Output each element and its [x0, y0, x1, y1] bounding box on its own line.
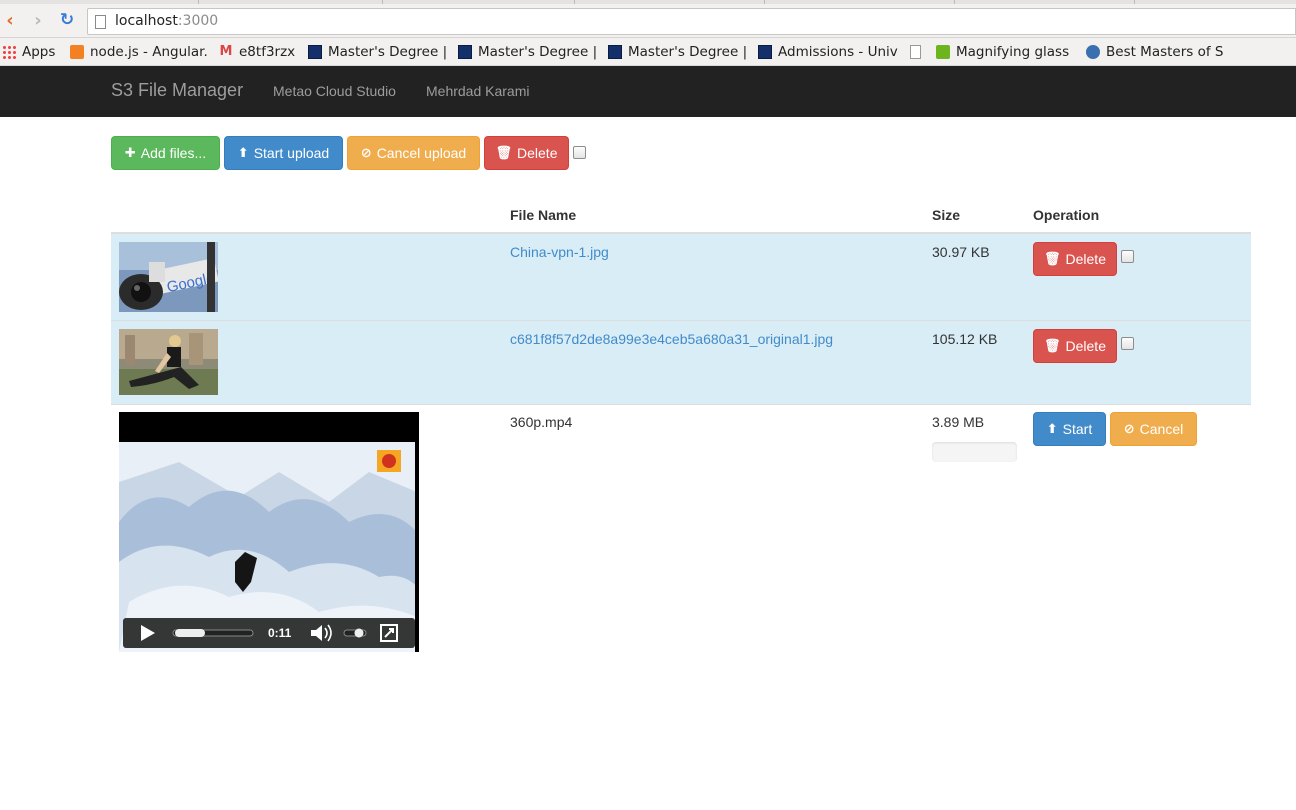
forward-icon[interactable]: ›	[28, 10, 48, 31]
header-operation: Operation	[1033, 207, 1100, 223]
university-icon	[608, 45, 622, 59]
row-cancel-button[interactable]: ⊘ Cancel	[1110, 412, 1197, 446]
university-icon	[308, 45, 322, 59]
tab-strip	[0, 0, 1296, 4]
file-name-link[interactable]: China-vpn-1.jpg	[510, 244, 609, 260]
reload-icon[interactable]: ↻	[57, 10, 77, 30]
bookmark-best-masters[interactable]: Best Masters of S	[1086, 43, 1226, 61]
trash-icon: 🗑	[495, 145, 513, 161]
row-select-checkbox[interactable]	[1121, 250, 1134, 263]
browser-toolbar: ‹ › ↻ localhost:3000	[0, 0, 1296, 38]
trash-icon: 🗑	[1044, 251, 1061, 267]
upload-circle-icon: ⬆	[1046, 421, 1058, 437]
seek-bar	[172, 629, 254, 637]
ban-icon: ⊘	[360, 145, 372, 161]
header-file-name: File Name	[510, 207, 577, 223]
play-icon	[141, 625, 155, 641]
bookmark-masters-3[interactable]: Master's Degree |	[608, 43, 750, 61]
page-icon	[95, 15, 106, 29]
row-start-button[interactable]: ⬆ Start	[1033, 412, 1106, 446]
header-size: Size	[932, 207, 961, 223]
file-name-link[interactable]: c681f8f57d2de8a99e3e4ceb5a680a31_origina…	[510, 331, 833, 347]
nav-link-mehrdad[interactable]: Mehrdad Karami	[426, 83, 530, 99]
file-size: 3.89 MB	[932, 414, 985, 430]
bookmarks-bar: Apps node.js - Angular. Me8tf3rzx Master…	[0, 38, 1296, 66]
start-upload-button[interactable]: ⬆ Start upload	[224, 136, 343, 170]
navbar-brand[interactable]: S3 File Manager	[111, 80, 243, 101]
cancel-upload-button[interactable]: ⊘ Cancel upload	[347, 136, 480, 170]
university-icon	[458, 45, 472, 59]
play-icon	[936, 45, 950, 59]
back-icon[interactable]: ‹	[0, 10, 20, 31]
address-url: localhost:3000	[115, 13, 219, 29]
add-files-button[interactable]: ✚ Add files...	[111, 136, 220, 170]
fullscreen-icon	[380, 624, 398, 642]
document-icon	[910, 45, 921, 59]
bookmark-magnifying-glass[interactable]: Magnifying glass	[936, 43, 1076, 61]
bookmark-gmail[interactable]: Me8tf3rzx	[219, 43, 296, 61]
nav-link-metao[interactable]: Metao Cloud Studio	[273, 83, 396, 99]
volume-icon	[311, 624, 332, 642]
file-name: 360p.mp4	[510, 414, 573, 430]
row-delete-button[interactable]: 🗑 Delete	[1033, 242, 1117, 276]
video-time: 0:11	[268, 626, 292, 640]
bookmark-masters-1[interactable]: Master's Degree |	[308, 43, 450, 61]
video-controls: 0:11	[123, 618, 415, 648]
globe-icon	[1086, 45, 1100, 59]
stackoverflow-icon	[70, 45, 84, 59]
upload-circle-icon: ⬆	[237, 145, 249, 161]
video-preview[interactable]: 0:11	[119, 412, 419, 652]
university-icon	[758, 45, 772, 59]
gmail-icon: M	[219, 44, 233, 59]
bookmark-masters-2[interactable]: Master's Degree |	[458, 43, 600, 61]
file-thumbnail	[119, 329, 218, 395]
bookmark-document[interactable]	[910, 43, 927, 61]
plus-icon: ✚	[124, 145, 136, 161]
bookmark-admissions[interactable]: Admissions - Univ	[758, 43, 900, 61]
ban-icon: ⊘	[1123, 421, 1135, 437]
apps-grid-icon	[2, 45, 16, 59]
file-thumbnail: Google	[119, 242, 218, 312]
upload-progress-bar	[932, 442, 1017, 462]
select-all-checkbox[interactable]	[573, 146, 586, 159]
row-select-checkbox[interactable]	[1121, 337, 1134, 350]
volume-slider	[343, 628, 367, 638]
bookmark-apps[interactable]: Apps	[2, 43, 55, 61]
trash-icon: 🗑	[1044, 338, 1061, 354]
row-delete-button[interactable]: 🗑 Delete	[1033, 329, 1117, 363]
app-navbar: S3 File Manager Metao Cloud Studio Mehrd…	[0, 66, 1296, 117]
address-bar[interactable]: localhost:3000	[87, 8, 1296, 35]
bookmark-nodejs[interactable]: node.js - Angular.	[70, 43, 210, 61]
delete-button[interactable]: 🗑 Delete	[484, 136, 569, 170]
file-size: 105.12 KB	[932, 331, 998, 347]
file-size: 30.97 KB	[932, 244, 990, 260]
